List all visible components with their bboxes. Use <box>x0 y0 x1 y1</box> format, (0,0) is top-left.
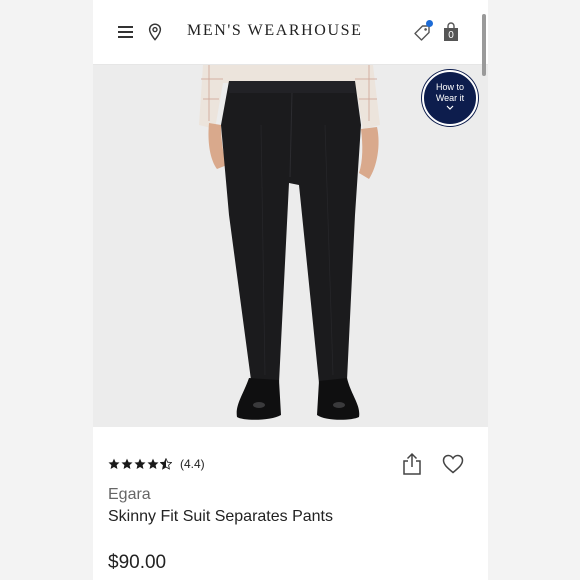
site-header: MEN'S WEARHOUSE 0 <box>93 0 488 65</box>
scrollbar[interactable] <box>482 14 486 76</box>
rating-stars <box>108 458 173 470</box>
product-image[interactable]: How to Wear it <box>93 65 488 427</box>
product-price: $90.00 <box>108 552 167 573</box>
location-pin-icon[interactable] <box>147 23 163 41</box>
star-full-icon <box>134 458 146 469</box>
right-margin <box>488 0 580 580</box>
chevron-down-icon <box>446 105 454 110</box>
star-half-icon <box>160 458 172 470</box>
how-to-wear-line1: How to <box>435 82 464 92</box>
star-full-icon <box>108 458 120 469</box>
left-margin <box>0 0 93 580</box>
menu-icon[interactable] <box>118 26 133 38</box>
rating-value: (4.4) <box>180 457 205 471</box>
product-brand[interactable]: Egara <box>108 486 151 504</box>
app-screen: MEN'S WEARHOUSE 0 How to Wear it (4.4) E… <box>93 0 488 580</box>
how-to-wear-line2: Wear it <box>435 93 465 103</box>
notification-dot <box>426 20 433 27</box>
bag-count: 0 <box>448 30 454 41</box>
product-photo <box>199 65 380 420</box>
brand-logo[interactable]: MEN'S WEARHOUSE <box>187 22 397 40</box>
product-rating[interactable]: (4.4) <box>108 456 205 472</box>
star-full-icon <box>147 458 159 469</box>
share-icon[interactable] <box>401 452 423 476</box>
how-to-wear-button[interactable]: How to Wear it <box>422 70 478 126</box>
star-full-icon <box>121 458 133 469</box>
heart-icon[interactable] <box>442 454 464 474</box>
product-title: Skinny Fit Suit Separates Pants <box>108 508 333 525</box>
